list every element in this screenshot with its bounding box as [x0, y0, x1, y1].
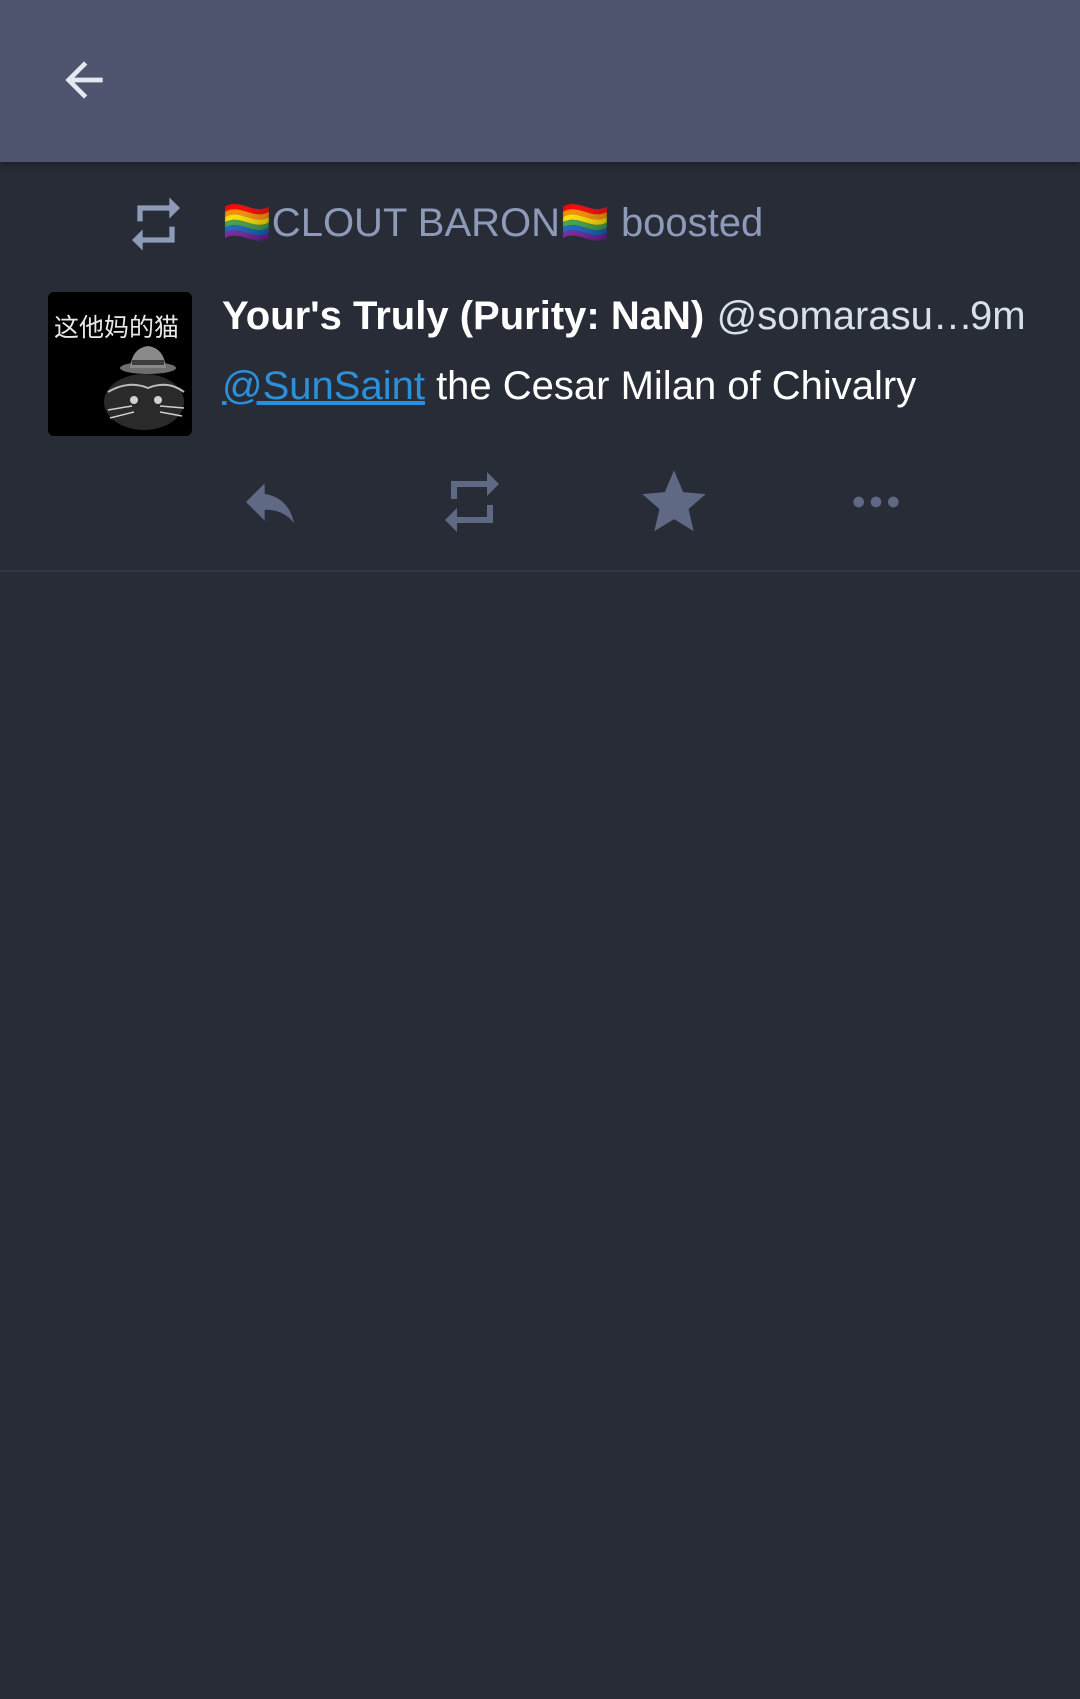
status-header[interactable]: Your's Truly (Purity: NaN) @somarasu…: [222, 288, 1042, 344]
mention-link[interactable]: @SunSaint: [222, 364, 425, 408]
cat-in-hat-image: [104, 346, 185, 430]
favourite-button[interactable]: [634, 462, 714, 542]
booster-name[interactable]: 🏳️‍🌈CLOUT BARON🏳️‍🌈: [222, 201, 610, 245]
retweet-icon: [132, 197, 180, 251]
boost-indicator: 🏳️‍🌈CLOUT BARON🏳️‍🌈 boosted: [0, 186, 1080, 258]
reblog-button[interactable]: [432, 462, 512, 542]
action-bar: [0, 452, 1080, 542]
more-button[interactable]: [836, 462, 916, 542]
reply-button[interactable]: [230, 462, 310, 542]
status-item[interactable]: 🏳️‍🌈CLOUT BARON🏳️‍🌈 boosted 这他妈的猫 Your's…: [0, 162, 1080, 572]
boost-text: 🏳️‍🌈CLOUT BARON🏳️‍🌈 boosted: [222, 198, 763, 248]
display-name[interactable]: Your's Truly (Purity: NaN): [222, 294, 704, 338]
status-text: the Cesar Milan of Chivalry: [424, 364, 917, 408]
account-handle[interactable]: @somarasu…: [717, 294, 973, 338]
top-toolbar: [0, 0, 1080, 162]
reply-icon: [246, 483, 294, 524]
app-root: 🏳️‍🌈CLOUT BARON🏳️‍🌈 boosted 这他妈的猫 Your's…: [0, 0, 1080, 1699]
arrow-left-icon: [65, 61, 103, 99]
more-horizontal-icon: [853, 496, 899, 508]
back-button[interactable]: [44, 40, 124, 120]
relative-time[interactable]: 9m: [970, 288, 1026, 344]
retweet-icon: [445, 472, 499, 532]
status-content: @SunSaint the Cesar Milan of Chivalry: [222, 358, 916, 414]
boost-label: boosted: [620, 201, 764, 245]
star-icon: [642, 470, 706, 532]
avatar[interactable]: 这他妈的猫: [48, 292, 192, 436]
